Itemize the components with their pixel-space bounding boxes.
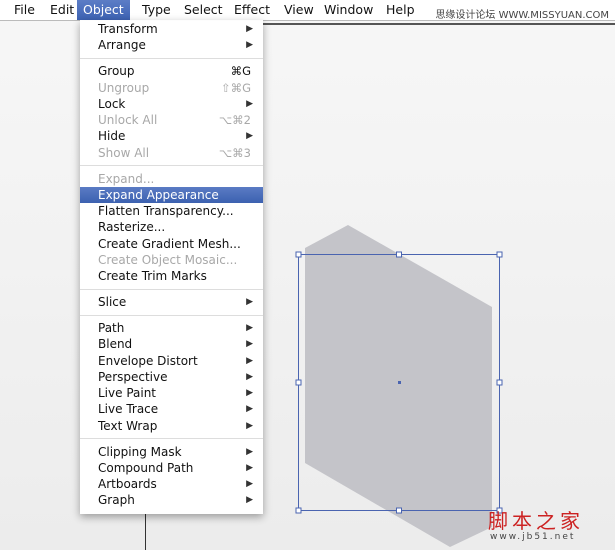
shortcut: ⌥⌘2 bbox=[218, 113, 251, 128]
menu-item-label: Artboards bbox=[98, 477, 157, 492]
menu-item-label: Expand Appearance bbox=[98, 187, 219, 202]
menu-item-arrange[interactable]: Arrange ▶ bbox=[80, 37, 263, 53]
menu-item-compound-path[interactable]: Compound Path ▶ bbox=[80, 460, 263, 476]
resize-handle[interactable] bbox=[496, 251, 503, 258]
submenu-arrow-icon: ▶ bbox=[246, 495, 253, 506]
submenu-arrow-icon: ▶ bbox=[246, 446, 253, 457]
menu-item-envelope-distort[interactable]: Envelope Distort ▶ bbox=[80, 353, 263, 369]
menu-item-label: Hide bbox=[98, 129, 126, 144]
menu-item-label: Group bbox=[98, 64, 135, 79]
menu-item-live-trace[interactable]: Live Trace ▶ bbox=[80, 401, 263, 417]
menu-item-label: Flatten Transparency... bbox=[98, 204, 234, 219]
hexagon-shape[interactable] bbox=[305, 225, 492, 547]
menu-item-label: Clipping Mask bbox=[98, 444, 182, 459]
menu-item-slice[interactable]: Slice ▶ bbox=[80, 294, 263, 310]
menu-item-perspective[interactable]: Perspective ▶ bbox=[80, 369, 263, 385]
menu-item-show-all[interactable]: Show All ⌥⌘3 bbox=[80, 145, 263, 161]
menu-item-expand-appearance[interactable]: Expand Appearance bbox=[80, 186, 263, 204]
menu-item-label: Slice bbox=[98, 295, 127, 310]
menu-item-live-paint[interactable]: Live Paint ▶ bbox=[80, 385, 263, 401]
menu-item-artboards[interactable]: Artboards ▶ bbox=[80, 476, 263, 492]
menu-separator bbox=[80, 434, 263, 444]
resize-handle[interactable] bbox=[396, 507, 402, 514]
submenu-arrow-icon: ▶ bbox=[246, 388, 253, 399]
center-point bbox=[398, 381, 401, 384]
menu-item-label: Graph bbox=[98, 493, 135, 508]
shortcut: ⌥⌘3 bbox=[218, 145, 251, 160]
menu-item-rasterize[interactable]: Rasterize... bbox=[80, 219, 263, 235]
submenu-arrow-icon: ▶ bbox=[246, 355, 253, 366]
watermark-bottom-logo: 脚本之家 bbox=[488, 509, 584, 533]
menu-item-create-object-mosaic[interactable]: Create Object Mosaic... bbox=[80, 252, 263, 268]
menu-item-label: Path bbox=[98, 321, 125, 336]
resize-handle[interactable] bbox=[295, 507, 302, 514]
watermark-bottom-url: www.jb51.net bbox=[490, 532, 576, 542]
menu-item-label: Arrange bbox=[98, 38, 146, 53]
submenu-arrow-icon: ▶ bbox=[246, 24, 253, 34]
submenu-arrow-icon: ▶ bbox=[246, 297, 253, 308]
menu-item-label: Text Wrap bbox=[98, 418, 158, 433]
menu-item-blend[interactable]: Blend ▶ bbox=[80, 336, 263, 352]
shortcut: ⌘G bbox=[230, 64, 251, 79]
menu-item-label: Lock bbox=[98, 96, 126, 111]
menu-item-label: Unlock All bbox=[98, 113, 158, 128]
menu-item-hide[interactable]: Hide ▶ bbox=[80, 128, 263, 144]
menu-separator bbox=[80, 310, 263, 320]
menu-item-label: Perspective bbox=[98, 369, 168, 384]
menu-item-label: Create Trim Marks bbox=[98, 269, 207, 284]
menu-item-label: Envelope Distort bbox=[98, 353, 198, 368]
menu-item-label: Create Gradient Mesh... bbox=[98, 236, 241, 251]
submenu-arrow-icon: ▶ bbox=[246, 404, 253, 415]
menu-item-label: Ungroup bbox=[98, 80, 150, 95]
menu-item-label: Compound Path bbox=[98, 460, 194, 475]
menu-separator bbox=[80, 161, 263, 171]
menu-item-path[interactable]: Path ▶ bbox=[80, 320, 263, 336]
submenu-arrow-icon: ▶ bbox=[246, 462, 253, 473]
submenu-arrow-icon: ▶ bbox=[246, 420, 253, 431]
menu-item-flatten-transparency[interactable]: Flatten Transparency... bbox=[80, 203, 263, 219]
submenu-arrow-icon: ▶ bbox=[246, 98, 253, 109]
menu-item-create-trim-marks[interactable]: Create Trim Marks bbox=[80, 268, 263, 284]
menu-separator bbox=[80, 284, 263, 294]
menu-item-label: Live Trace bbox=[98, 402, 159, 417]
menu-item-graph[interactable]: Graph ▶ bbox=[80, 492, 263, 508]
menu-item-text-wrap[interactable]: Text Wrap ▶ bbox=[80, 418, 263, 434]
menu-item-label: Transform bbox=[98, 22, 158, 36]
submenu-arrow-icon: ▶ bbox=[246, 479, 253, 490]
submenu-arrow-icon: ▶ bbox=[246, 339, 253, 350]
menu-item-lock[interactable]: Lock ▶ bbox=[80, 96, 263, 112]
menu-item-unlock-all[interactable]: Unlock All ⌥⌘2 bbox=[80, 112, 263, 128]
menu-item-label: Create Object Mosaic... bbox=[98, 252, 238, 267]
resize-handle[interactable] bbox=[396, 251, 402, 258]
shortcut: ⇧⌘G bbox=[220, 80, 251, 95]
submenu-arrow-icon: ▶ bbox=[246, 40, 253, 51]
menu-item-expand[interactable]: Expand... bbox=[80, 171, 263, 187]
menu-item-label: Live Paint bbox=[98, 386, 157, 401]
resize-handle[interactable] bbox=[295, 379, 302, 386]
menu-item-clipping-mask[interactable]: Clipping Mask ▶ bbox=[80, 444, 263, 460]
menu-item-label: Expand... bbox=[98, 171, 155, 186]
menu-item-label: Rasterize... bbox=[98, 220, 166, 235]
menu-item-ungroup[interactable]: Ungroup ⇧⌘G bbox=[80, 80, 263, 96]
resize-handle[interactable] bbox=[295, 251, 302, 258]
menu-item-label: Blend bbox=[98, 337, 133, 352]
menu-item-group[interactable]: Group ⌘G bbox=[80, 63, 263, 79]
menu-separator bbox=[80, 54, 263, 64]
submenu-arrow-icon: ▶ bbox=[246, 371, 253, 382]
menu-item-create-gradient-mesh[interactable]: Create Gradient Mesh... bbox=[80, 236, 263, 252]
object-menu-dropdown: Transform ▶ Arrange ▶ Group ⌘G Ungroup ⇧⌘G Lock ▶… bbox=[80, 20, 263, 514]
submenu-arrow-icon: ▶ bbox=[246, 131, 253, 142]
submenu-arrow-icon: ▶ bbox=[246, 323, 253, 334]
resize-handle[interactable] bbox=[496, 379, 503, 386]
menu-item-label: Show All bbox=[98, 145, 150, 160]
menu-item-transform[interactable]: Transform ▶ bbox=[80, 21, 263, 37]
